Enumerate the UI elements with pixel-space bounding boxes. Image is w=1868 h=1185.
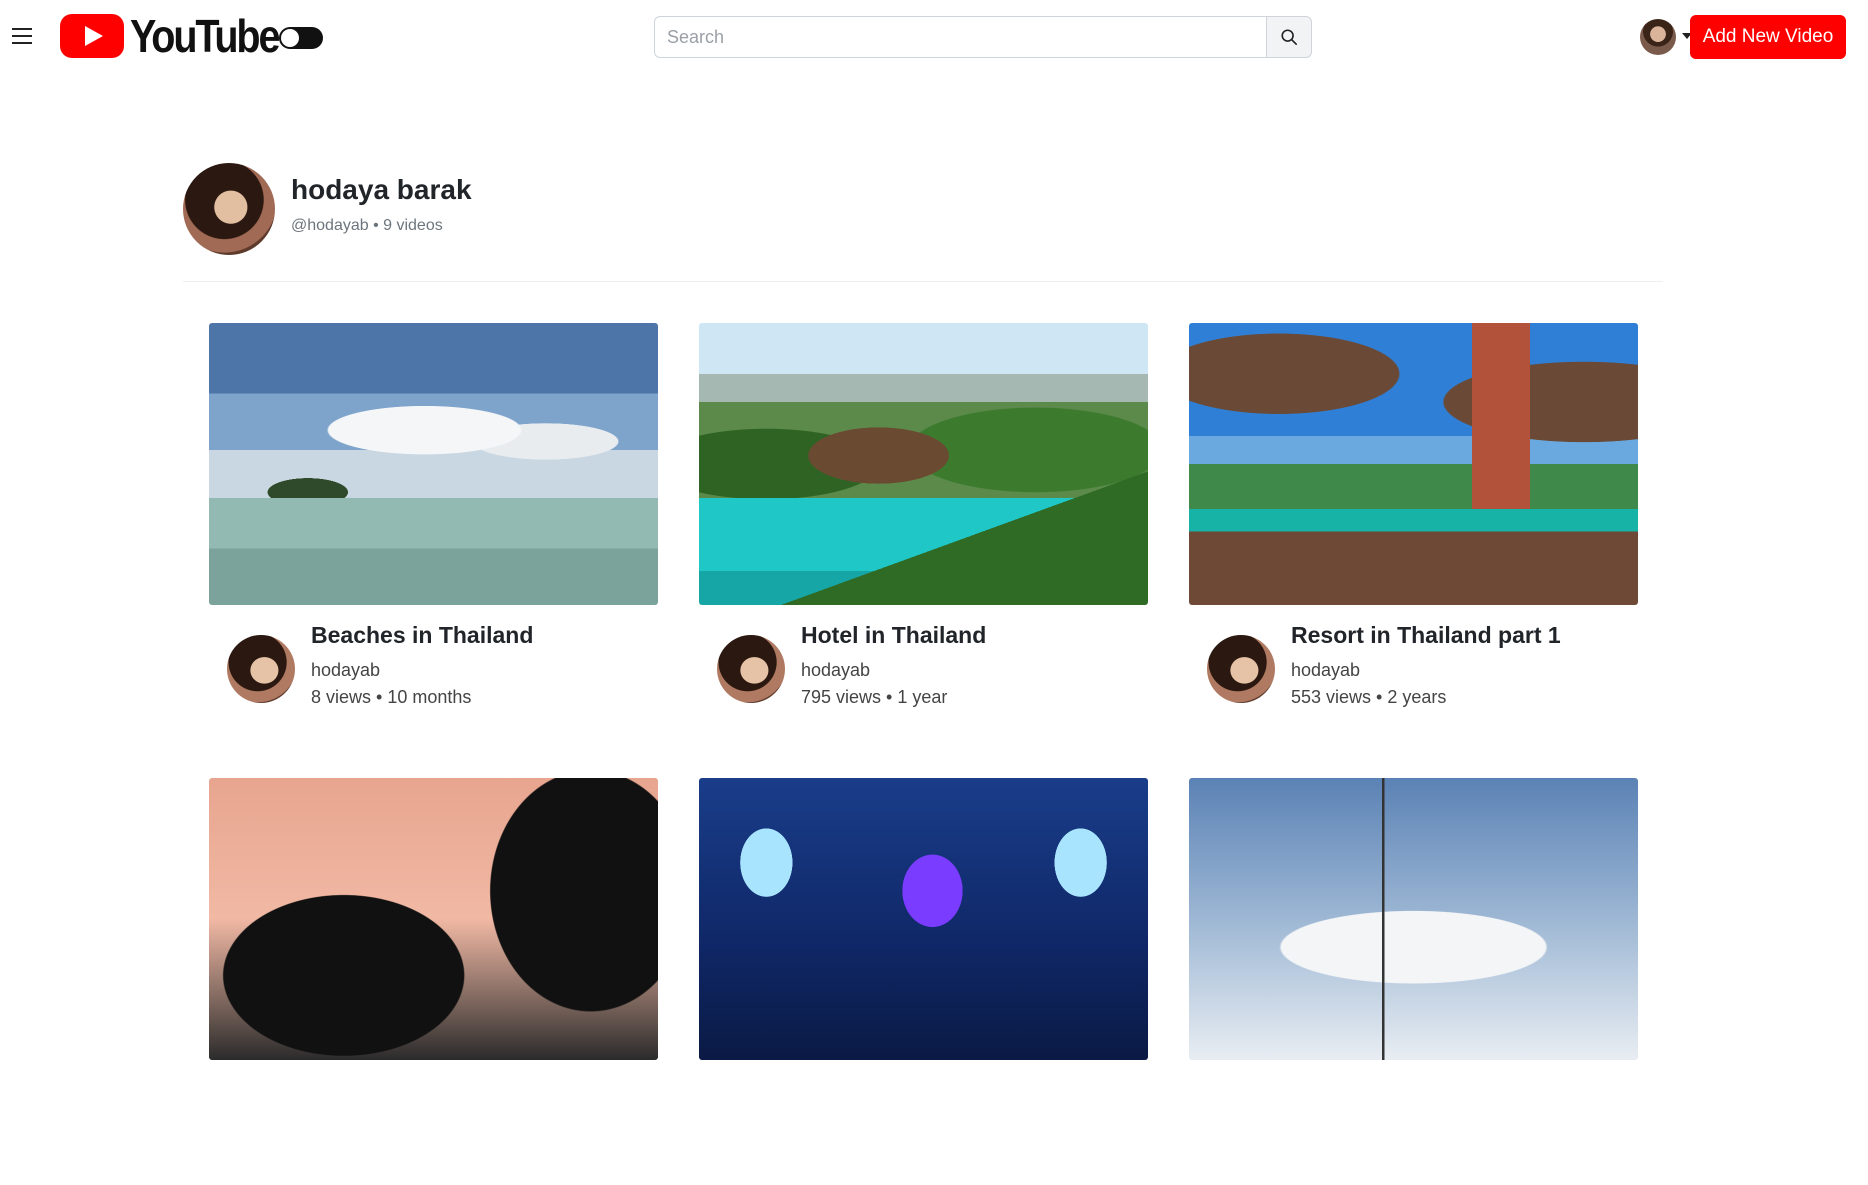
video-card[interactable] — [699, 778, 1148, 1185]
channel-name: hodaya barak — [291, 174, 472, 205]
video-stats: 8 views • 10 months — [311, 687, 472, 707]
avatar[interactable] — [1207, 635, 1275, 703]
search-bar — [654, 16, 1312, 58]
video-card[interactable]: Hotel in Thailand hodayab 795 views • 1 … — [699, 323, 1148, 730]
search-input[interactable] — [654, 16, 1266, 58]
video-info — [209, 1060, 658, 1185]
avatar[interactable] — [227, 635, 295, 703]
video-stats: 553 views • 2 years — [1291, 687, 1447, 707]
video-thumbnail[interactable] — [699, 323, 1148, 605]
logo-text: YouTube — [130, 10, 280, 62]
divider — [183, 281, 1663, 282]
youtube-logo[interactable]: YouTube — [60, 10, 302, 62]
video-title[interactable]: Hotel in Thailand — [801, 622, 986, 649]
video-info — [699, 1060, 1148, 1185]
add-new-video-button[interactable]: Add New Video — [1690, 15, 1846, 59]
video-stats: 795 views • 1 year — [801, 687, 948, 707]
video-title[interactable]: Beaches in Thailand — [311, 622, 533, 649]
video-channel[interactable]: hodayab — [1291, 660, 1360, 681]
avatar[interactable] — [717, 635, 785, 703]
top-bar: YouTube Add New Video — [0, 0, 1868, 74]
video-card[interactable]: Resort in Thailand part 1 hodayab 553 vi… — [1189, 323, 1638, 730]
video-grid: Beaches in Thailand hodayab 8 views • 10… — [209, 323, 1639, 1185]
video-channel[interactable]: hodayab — [801, 660, 870, 681]
video-thumbnail[interactable] — [209, 778, 658, 1060]
video-title[interactable]: Resort in Thailand part 1 — [1291, 622, 1561, 649]
video-info: Beaches in Thailand hodayab 8 views • 10… — [209, 605, 658, 730]
video-card[interactable]: Beaches in Thailand hodayab 8 views • 10… — [209, 323, 658, 730]
video-thumbnail[interactable] — [1189, 778, 1638, 1060]
video-card[interactable] — [1189, 778, 1638, 1185]
channel-meta: @hodayab • 9 videos — [291, 217, 443, 234]
search-icon — [1281, 29, 1298, 46]
theme-toggle[interactable] — [279, 27, 323, 49]
video-info — [1189, 1060, 1638, 1185]
video-info: Hotel in Thailand hodayab 795 views • 1 … — [699, 605, 1148, 730]
user-avatar[interactable] — [1640, 19, 1676, 55]
video-thumbnail[interactable] — [1189, 323, 1638, 605]
youtube-logo-icon — [60, 14, 124, 58]
video-thumbnail[interactable] — [699, 778, 1148, 1060]
video-card[interactable] — [209, 778, 658, 1185]
menu-icon[interactable] — [12, 28, 32, 46]
video-info: Resort in Thailand part 1 hodayab 553 vi… — [1189, 605, 1638, 730]
video-thumbnail[interactable] — [209, 323, 658, 605]
search-button[interactable] — [1266, 16, 1312, 58]
channel-avatar — [183, 163, 275, 255]
toggle-knob — [281, 29, 299, 47]
video-channel[interactable]: hodayab — [311, 660, 380, 681]
